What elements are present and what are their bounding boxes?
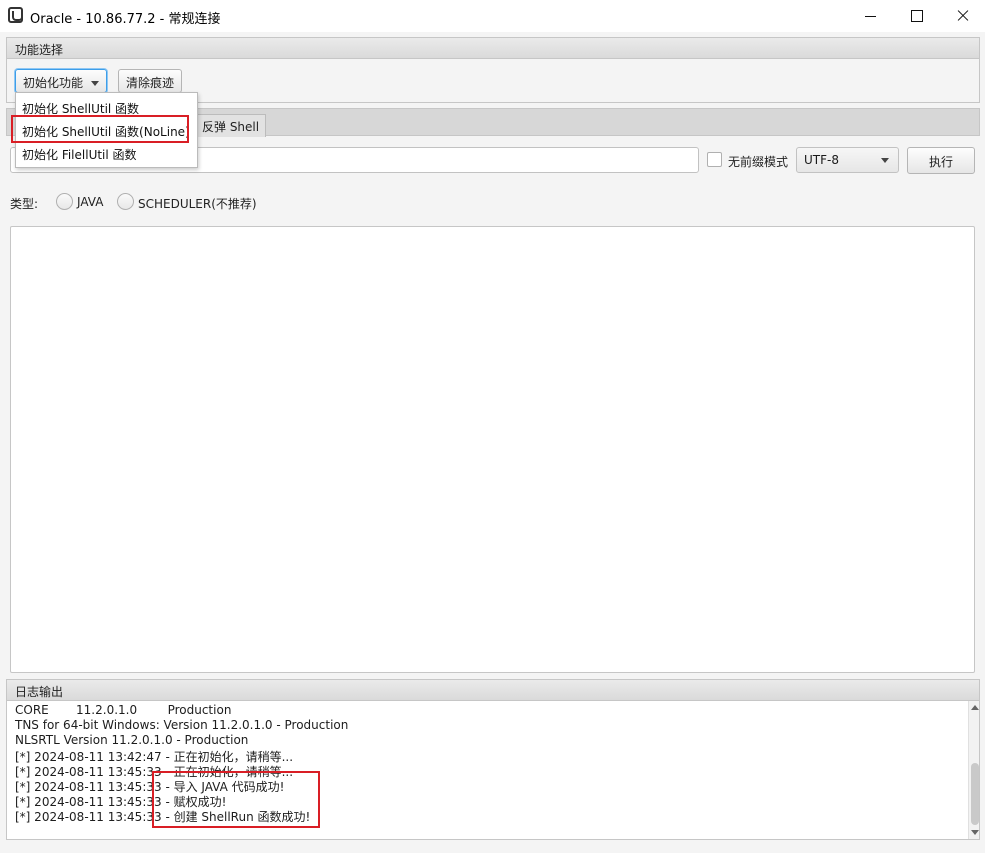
encoding-value: UTF-8 — [804, 153, 839, 167]
no-prefix-label: 无前缀模式 — [728, 155, 789, 169]
scroll-thumb[interactable] — [971, 763, 979, 825]
radio-java-label: JAVA — [77, 195, 104, 209]
execute-button[interactable]: 执行 — [907, 147, 975, 174]
tab-reverse-shell[interactable]: 反弹 Shell — [195, 114, 267, 137]
maximize-icon[interactable] — [893, 0, 939, 32]
scroll-down-icon[interactable] — [971, 830, 979, 835]
menu-item-init-filellutil[interactable]: 初始化 FilellUtil 函数 — [22, 146, 137, 163]
result-textarea[interactable] — [10, 226, 975, 673]
minimize-icon[interactable] — [847, 0, 893, 32]
chevron-down-icon — [881, 158, 889, 163]
close-icon[interactable] — [939, 0, 985, 32]
log-line: TNS for 64-bit Windows: Version 11.2.0.1… — [15, 718, 349, 732]
radio-java[interactable] — [56, 193, 73, 210]
log-scrollbar[interactable] — [968, 701, 979, 839]
log-section-header: 日志输出 — [6, 679, 980, 701]
log-line: NLSRTL Version 11.2.0.1.0 - Production — [15, 733, 249, 747]
encoding-select[interactable]: UTF-8 — [796, 147, 899, 173]
window-title: Oracle - 10.86.77.2 - 常规连接 — [30, 12, 221, 27]
chevron-down-icon — [91, 81, 100, 86]
title-bar: Oracle - 10.86.77.2 - 常规连接 — [0, 0, 985, 32]
radio-scheduler-label: SCHEDULER(不推荐) — [138, 197, 257, 211]
clear-traces-button[interactable]: 清除痕迹 — [118, 69, 183, 93]
function-section-header: 功能选择 — [6, 37, 980, 59]
no-prefix-checkbox[interactable] — [707, 152, 722, 167]
radio-scheduler[interactable] — [117, 193, 134, 210]
menu-highlight-box — [11, 115, 189, 143]
log-line: CORE 11.2.0.1.0 Production — [15, 703, 232, 717]
oracle-app-icon — [8, 7, 23, 23]
init-function-button[interactable]: 初始化功能 — [15, 69, 108, 93]
type-label: 类型: — [10, 197, 39, 211]
log-highlight-box — [152, 771, 320, 828]
scroll-up-icon[interactable] — [971, 705, 979, 710]
init-function-label: 初始化功能 — [23, 76, 84, 90]
